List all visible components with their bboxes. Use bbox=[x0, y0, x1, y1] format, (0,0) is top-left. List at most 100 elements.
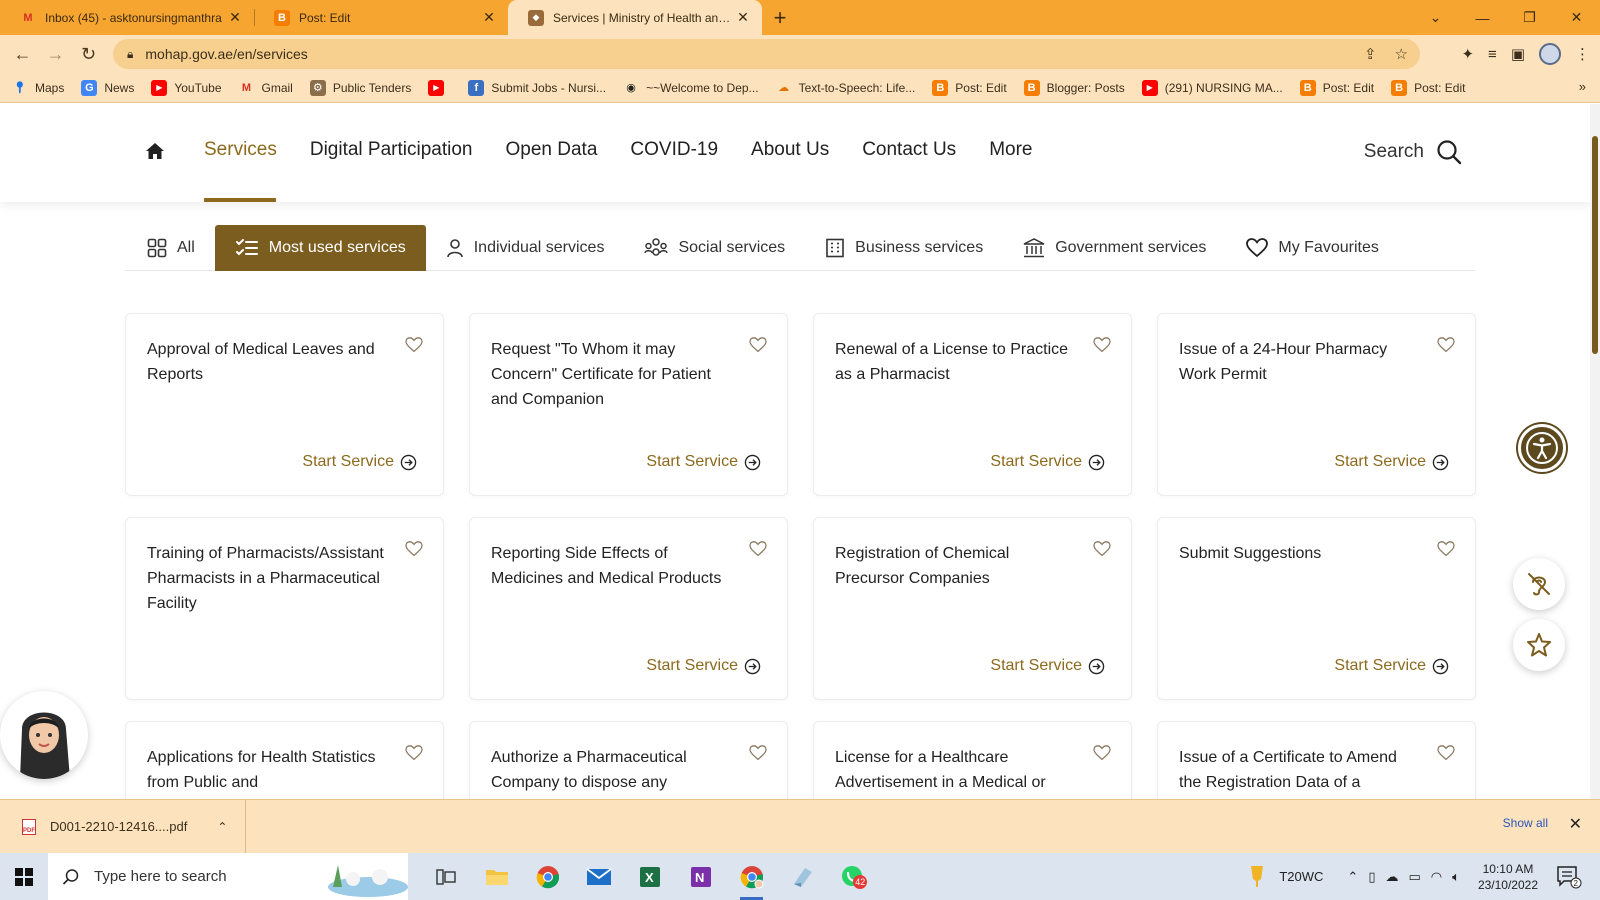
excel-button[interactable]: X bbox=[624, 853, 675, 900]
start-service-link[interactable]: Start Service bbox=[990, 657, 1105, 675]
favourite-heart-icon[interactable] bbox=[1093, 541, 1111, 557]
bookmark-youtube-2[interactable]: ▶ bbox=[428, 79, 451, 96]
nav-services[interactable]: Services bbox=[204, 139, 277, 165]
close-icon[interactable]: ✕ bbox=[480, 9, 498, 26]
forward-button[interactable]: → bbox=[39, 38, 72, 71]
editor-button[interactable] bbox=[777, 853, 828, 900]
extensions-icon[interactable]: ✦ bbox=[1461, 45, 1474, 63]
notification-center-button[interactable]: 2 bbox=[1554, 862, 1584, 892]
chrome-button[interactable] bbox=[522, 853, 573, 900]
bookmark-post-edit[interactable]: B Post: Edit bbox=[932, 79, 1007, 96]
close-icon[interactable]: ✕ bbox=[1569, 814, 1582, 834]
nav-more[interactable]: More bbox=[989, 139, 1032, 165]
bookmark-youtube[interactable]: ▶ YouTube bbox=[151, 79, 222, 96]
side-panel-icon[interactable]: ▣ bbox=[1511, 45, 1525, 63]
nav-covid-19[interactable]: COVID-19 bbox=[630, 139, 718, 165]
reload-button[interactable]: ↻ bbox=[72, 38, 105, 71]
start-service-link[interactable]: Start Service bbox=[646, 657, 761, 675]
lock-icon[interactable]: 🔒︎ bbox=[127, 47, 133, 62]
tab-government-services[interactable]: Government services bbox=[1003, 225, 1226, 271]
tab-social-services[interactable]: Social services bbox=[624, 225, 805, 271]
volume-icon[interactable]: 🔈︎ bbox=[1452, 869, 1460, 885]
favourite-heart-icon[interactable] bbox=[405, 541, 423, 557]
bookmark-gmail[interactable]: M Gmail bbox=[239, 80, 293, 96]
favourite-heart-icon[interactable] bbox=[749, 745, 767, 761]
service-card[interactable]: Training of Pharmacists/Assistant Pharma… bbox=[125, 517, 444, 700]
task-view-button[interactable] bbox=[420, 853, 471, 900]
service-card[interactable]: Approval of Medical Leaves and Reports S… bbox=[125, 313, 444, 496]
chrome-active-button[interactable] bbox=[726, 853, 777, 900]
close-icon[interactable]: ✕ bbox=[734, 9, 752, 26]
browser-tab-mohap[interactable]: ◆ Services | Ministry of Health and Prev… bbox=[508, 0, 762, 35]
profile-avatar[interactable] bbox=[1539, 43, 1561, 65]
nav-about-us[interactable]: About Us bbox=[751, 139, 829, 165]
battery-icon[interactable]: ▭ bbox=[1408, 869, 1420, 885]
favourite-heart-icon[interactable] bbox=[1093, 337, 1111, 353]
service-card[interactable]: Request "To Whom it may Concern" Certifi… bbox=[469, 313, 788, 496]
tab-individual-services[interactable]: Individual services bbox=[426, 225, 625, 271]
close-icon[interactable]: ✕ bbox=[226, 9, 244, 26]
onedrive-icon[interactable]: ☁ bbox=[1385, 869, 1398, 885]
accessibility-button[interactable] bbox=[1518, 424, 1566, 472]
favourite-heart-icon[interactable] bbox=[749, 541, 767, 557]
tab-most-used-services[interactable]: Most used services bbox=[214, 225, 426, 271]
bookmark-blogger-posts[interactable]: B Blogger: Posts bbox=[1023, 79, 1125, 96]
bookmark-nursing[interactable]: ▶ (291) NURSING MA... bbox=[1141, 79, 1283, 96]
service-card[interactable]: Applications for Health Statistics from … bbox=[125, 721, 444, 799]
bookmark-maps[interactable]: 📍︎ Maps bbox=[12, 80, 64, 96]
nav-open-data[interactable]: Open Data bbox=[506, 139, 598, 165]
bookmark-post-edit-2[interactable]: B Post: Edit bbox=[1299, 79, 1374, 96]
bookmark-star-icon[interactable]: ☆ bbox=[1395, 45, 1408, 63]
device-icon[interactable]: ▯ bbox=[1368, 869, 1375, 885]
favourite-heart-icon[interactable] bbox=[405, 745, 423, 761]
bookmark-text-to-speech[interactable]: ☁ Text-to-Speech: Life... bbox=[776, 80, 915, 96]
weather-widget[interactable]: T20WC bbox=[1249, 865, 1323, 889]
show-all-downloads-button[interactable]: Show all bbox=[1503, 816, 1548, 830]
back-button[interactable]: ← bbox=[6, 38, 39, 71]
new-tab-button[interactable]: + bbox=[762, 0, 798, 35]
file-explorer-button[interactable] bbox=[471, 853, 522, 900]
page-scrollbar[interactable] bbox=[1590, 104, 1600, 799]
media-icon[interactable]: ≡ bbox=[1488, 46, 1497, 63]
service-card[interactable]: Submit Suggestions Start Service bbox=[1157, 517, 1476, 700]
bookmark-welcome[interactable]: ◉ ~~Welcome to Dep... bbox=[623, 80, 758, 96]
wifi-icon[interactable]: ◠ bbox=[1431, 869, 1442, 885]
start-service-link[interactable]: Start Service bbox=[1334, 453, 1449, 471]
service-card[interactable]: License for a Healthcare Advertisement i… bbox=[813, 721, 1132, 799]
system-clock[interactable]: 10:10 AM 23/10/2022 bbox=[1478, 861, 1538, 893]
tab-my-favourites[interactable]: My Favourites bbox=[1226, 225, 1398, 271]
start-service-link[interactable]: Start Service bbox=[990, 453, 1105, 471]
favourite-heart-icon[interactable] bbox=[1437, 541, 1455, 557]
hearing-support-button[interactable] bbox=[1513, 558, 1565, 610]
service-card[interactable]: Registration of Chemical Precursor Compa… bbox=[813, 517, 1132, 700]
favourite-heart-icon[interactable] bbox=[405, 337, 423, 353]
chevron-up-icon[interactable]: ⌃ bbox=[217, 820, 227, 834]
start-service-link[interactable]: Start Service bbox=[1334, 657, 1449, 675]
chevron-up-icon[interactable]: ⌃ bbox=[1347, 869, 1358, 885]
rate-button[interactable] bbox=[1513, 619, 1565, 671]
tab-business-services[interactable]: Business services bbox=[805, 225, 1003, 271]
home-icon[interactable] bbox=[145, 141, 165, 161]
start-service-link[interactable]: Start Service bbox=[646, 453, 761, 471]
whatsapp-button[interactable]: 42 bbox=[828, 853, 879, 900]
download-item[interactable]: PDF D001-2210-12416....pdf ⌃ bbox=[0, 799, 246, 854]
favourite-heart-icon[interactable] bbox=[1437, 337, 1455, 353]
more-bookmarks-icon[interactable]: » bbox=[1579, 79, 1586, 94]
mail-button[interactable] bbox=[573, 853, 624, 900]
address-bar[interactable]: 🔒︎ mohap.gov.ae/en/services ⇪ ☆ bbox=[113, 39, 1420, 69]
bookmark-public-tenders[interactable]: ⚙ Public Tenders bbox=[309, 79, 411, 96]
favourite-heart-icon[interactable] bbox=[749, 337, 767, 353]
nav-contact-us[interactable]: Contact Us bbox=[862, 139, 956, 165]
tab-search-icon[interactable]: ⌄ bbox=[1412, 9, 1459, 26]
chatbot-avatar-button[interactable] bbox=[0, 691, 88, 779]
windows-start-button[interactable] bbox=[0, 853, 48, 900]
favourite-heart-icon[interactable] bbox=[1093, 745, 1111, 761]
service-card[interactable]: Renewal of a License to Practice as a Ph… bbox=[813, 313, 1132, 496]
browser-tab-blogger[interactable]: B Post: Edit ✕ bbox=[254, 0, 508, 35]
share-icon[interactable]: ⇪ bbox=[1364, 45, 1377, 63]
favourite-heart-icon[interactable] bbox=[1437, 745, 1455, 761]
service-card[interactable]: Authorize a Pharmaceutical Company to di… bbox=[469, 721, 788, 799]
minimize-button[interactable]: — bbox=[1459, 10, 1506, 26]
tab-all[interactable]: All bbox=[125, 225, 215, 271]
service-card[interactable]: Reporting Side Effects of Medicines and … bbox=[469, 517, 788, 700]
